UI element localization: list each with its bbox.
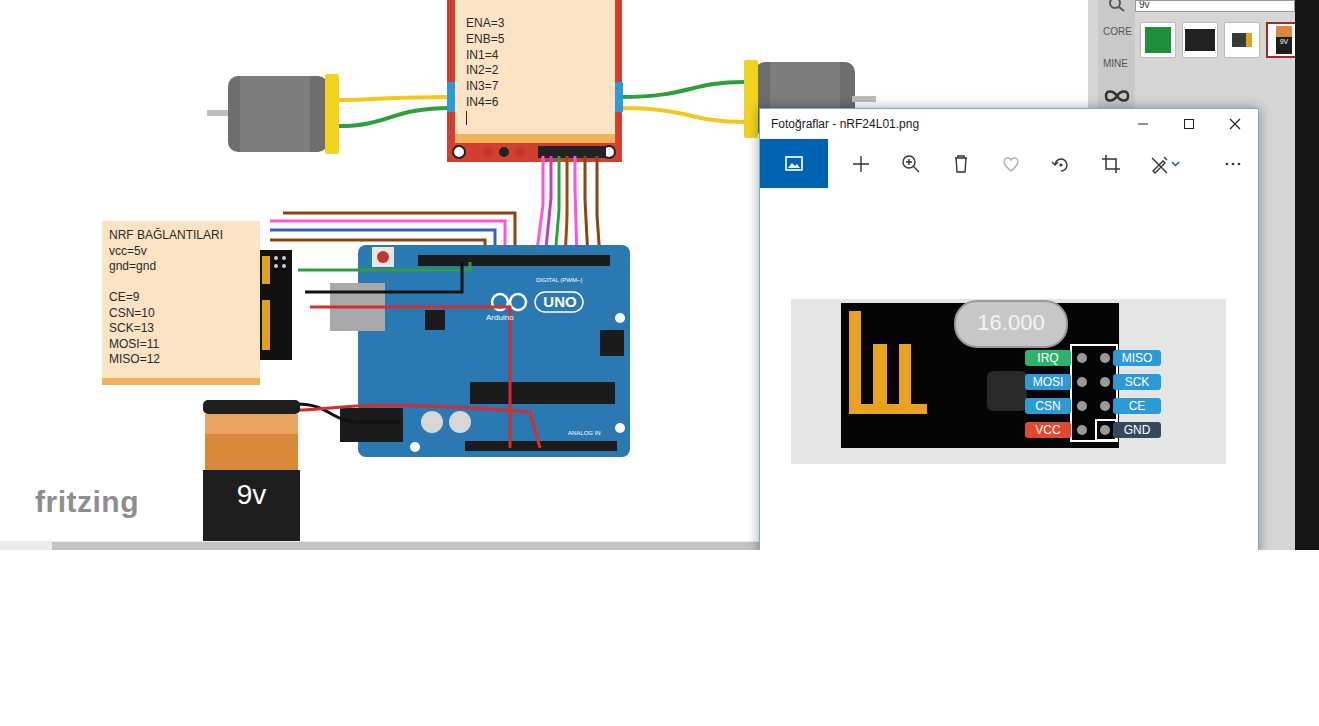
toolbar-button[interactable] [936, 139, 986, 188]
pin-label: IRQ [1025, 350, 1071, 366]
toolbar-button[interactable] [1036, 139, 1086, 188]
text-cursor [466, 111, 467, 125]
toolbar-button[interactable] [1208, 139, 1258, 188]
note-line: CSN=10 [109, 306, 260, 322]
pin-label: MOSI [1025, 374, 1071, 390]
part-badge: 9V [1276, 37, 1292, 47]
part-tile[interactable] [1140, 22, 1176, 58]
part-tile[interactable] [1224, 22, 1260, 58]
board-model: UNO [538, 292, 582, 312]
pin-name: VCC [1035, 423, 1060, 437]
image-area: 16.000 IRQ MOSI CSN VCC MISO SCK CE GND [760, 188, 1258, 550]
toolbar [760, 139, 1258, 188]
toolbar-button[interactable] [836, 139, 886, 188]
close-button[interactable] [1212, 109, 1258, 139]
search-icon[interactable] [1108, 0, 1126, 12]
photo-viewer-window[interactable]: Fotoğraflar - nRF24L01.png [759, 108, 1259, 550]
pin-label: CSN [1025, 398, 1071, 414]
zoom-icon [900, 153, 922, 175]
pin-name: SCK [1125, 375, 1150, 389]
pin-name: CSN [1035, 399, 1060, 413]
infinity-icon[interactable] [1103, 89, 1131, 103]
pin-name: CE [1129, 399, 1146, 413]
note-line: gnd=gnd [109, 259, 260, 275]
pin-name: MOSI [1033, 375, 1064, 389]
header-label: DIGITAL (PWM~) [536, 277, 583, 284]
minimize-icon [1137, 118, 1149, 130]
pin-name: GND [1124, 423, 1151, 437]
note-line: ENA=3 [466, 16, 504, 32]
note-line: IN4=6 [466, 95, 504, 111]
edit-icon [1149, 153, 1171, 175]
pin-label: VCC [1025, 422, 1071, 438]
more-icon [1222, 153, 1244, 175]
pin-label: GND [1113, 422, 1161, 438]
board-brand: Arduino [486, 313, 514, 323]
crop-icon [1100, 153, 1122, 175]
note-line: IN3=7 [466, 79, 504, 95]
rotate-icon [1050, 153, 1072, 175]
note-title: NRF BAĞLANTILARI [109, 228, 260, 244]
image-icon [783, 153, 805, 175]
nrf24l01-image: 16.000 IRQ MOSI CSN VCC MISO SCK CE GND [791, 299, 1226, 464]
note-line: SCK=13 [109, 321, 260, 337]
delete-icon [950, 153, 972, 175]
pin-name: IRQ [1037, 351, 1058, 365]
note-line: MISO=12 [109, 352, 260, 368]
note-line: CE=9 [109, 290, 260, 306]
toolbar-button[interactable] [1086, 139, 1136, 188]
maximize-button[interactable] [1166, 109, 1212, 139]
note-line: IN1=4 [466, 48, 504, 64]
minimize-button[interactable] [1120, 109, 1166, 139]
favorite-icon [1000, 153, 1022, 175]
note-line: vcc=5v [109, 244, 260, 260]
window-title: Fotoğraflar - nRF24L01.png [760, 116, 919, 132]
nrf-note[interactable]: NRF BAĞLANTILARI vcc=5v gnd=gnd CE=9 CSN… [102, 221, 260, 385]
search-field[interactable]: 9v [1135, 0, 1295, 12]
bin-tab[interactable]: CORE [1103, 26, 1132, 38]
pin-name: MISO [1122, 351, 1153, 365]
crystal-label: 16.000 [955, 309, 1067, 337]
pin-label: SCK [1113, 374, 1161, 390]
toolbar-button[interactable] [986, 139, 1036, 188]
toolbar-button[interactable] [760, 139, 828, 188]
close-icon [1229, 118, 1241, 130]
battery-label: 9v [203, 478, 300, 512]
part-tile[interactable] [1182, 22, 1218, 58]
bin-tab[interactable]: MINE [1103, 58, 1128, 70]
note-line: MOSI=11 [109, 337, 260, 353]
title-bar[interactable]: Fotoğraflar - nRF24L01.png [760, 109, 1258, 139]
desktop: ENA=3 ENB=5 IN1=4 IN2=2 IN3=7 IN4=6 NRF … [0, 0, 1319, 550]
fritzing-logo: fritzing [35, 484, 139, 520]
toolbar-button[interactable] [886, 139, 936, 188]
pin-label: CE [1113, 398, 1161, 414]
chevron-icon [1171, 159, 1180, 168]
add-icon [850, 153, 872, 175]
driver-note[interactable]: ENA=3 ENB=5 IN1=4 IN2=2 IN3=7 IN4=6 [466, 16, 504, 125]
toolbar-button[interactable] [1136, 139, 1192, 188]
maximize-icon [1183, 118, 1195, 130]
pin-label: MISO [1113, 350, 1161, 366]
note-line: IN2=2 [466, 63, 504, 79]
note-line: ENB=5 [466, 32, 504, 48]
header-label: ANALOG IN [568, 430, 601, 437]
